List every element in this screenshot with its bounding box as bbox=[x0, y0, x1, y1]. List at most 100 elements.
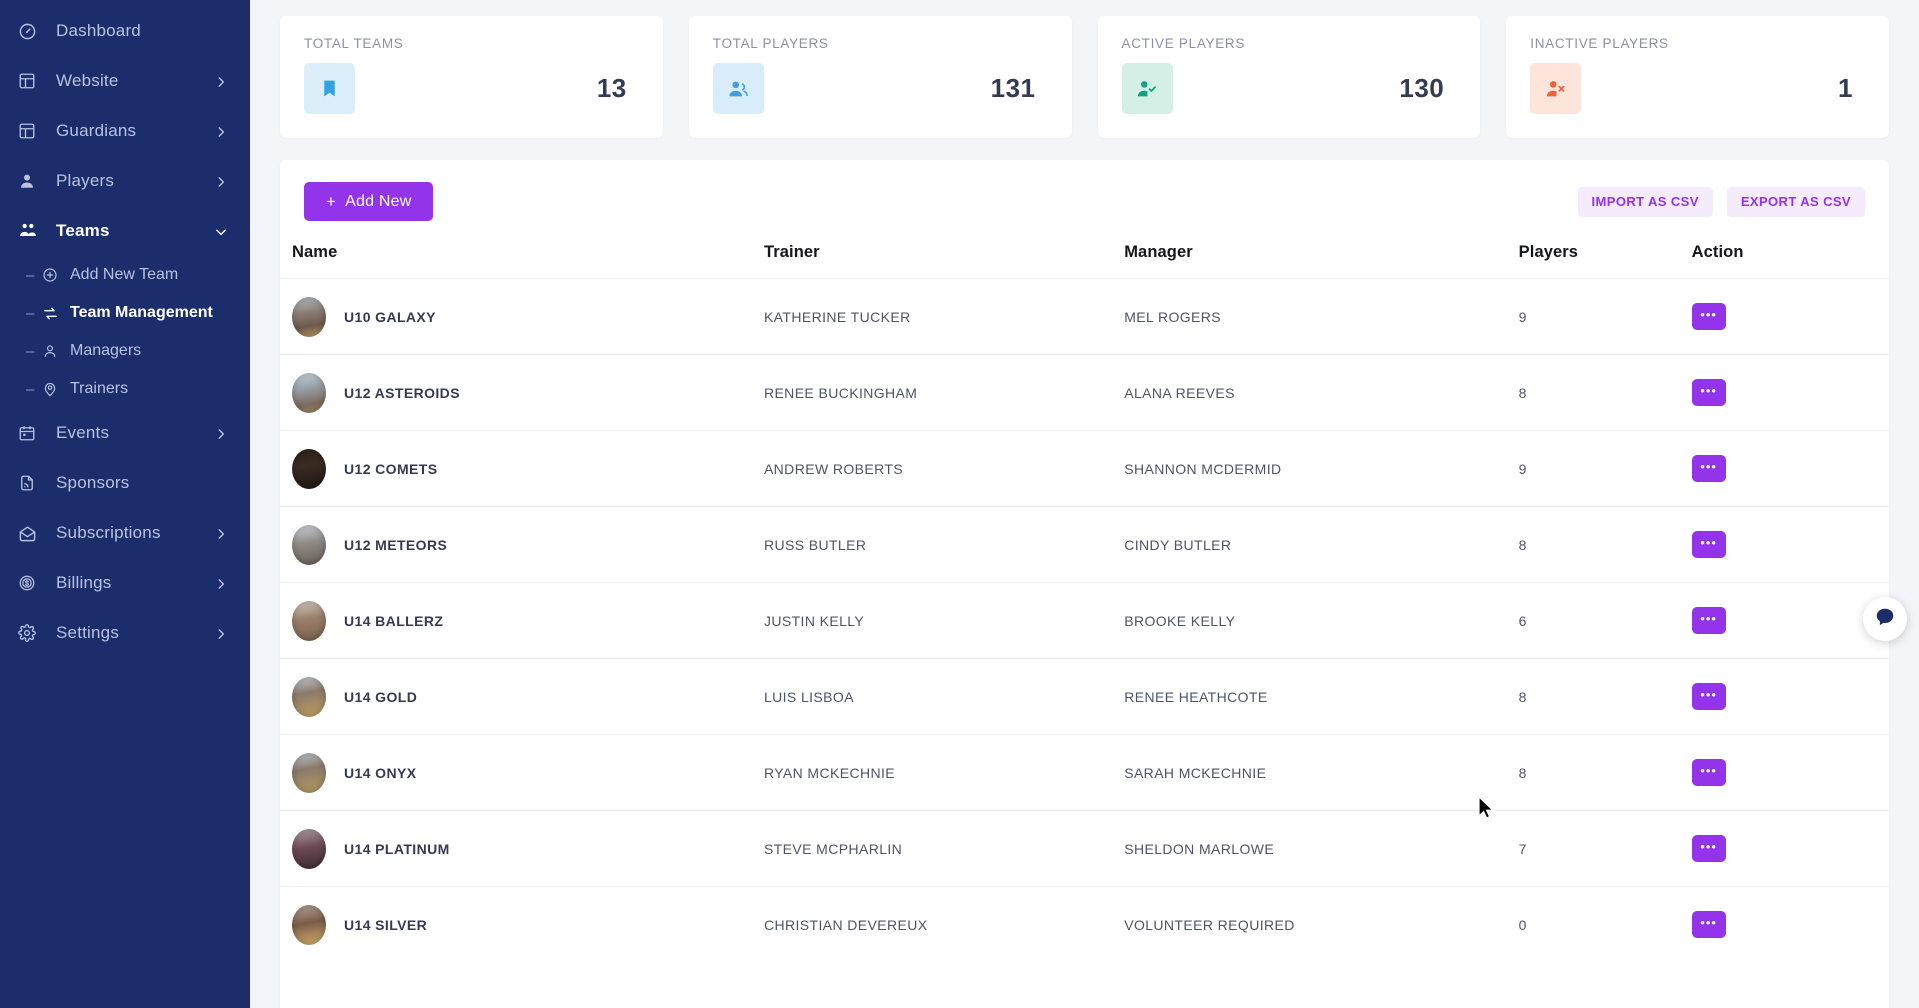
cell-manager: MEL ROGERS bbox=[1124, 308, 1222, 325]
cell-name: U14 SILVER bbox=[280, 887, 764, 963]
dash-marker: – bbox=[26, 380, 35, 398]
stat-card-inactive-players: INACTIVE PLAYERS 1 bbox=[1506, 16, 1889, 138]
row-actions-button[interactable]: ••• bbox=[1691, 303, 1726, 330]
team-name-label: U14 GOLD bbox=[344, 688, 418, 705]
table-row[interactable]: U12 COMETS ANDREW ROBERTS SHANNON MCDERMID… bbox=[280, 430, 1889, 507]
sidebar-item-website[interactable]: Website bbox=[0, 56, 250, 106]
column-header-players[interactable]: Players bbox=[1519, 237, 1692, 279]
sidebar-item-players[interactable]: Players bbox=[0, 156, 250, 206]
table-header-row: Name Trainer Manager Players Action bbox=[280, 237, 1889, 279]
sidebar-subitem-add-new-team[interactable]: – Add New Team bbox=[0, 256, 250, 294]
cell-action: ••• bbox=[1691, 507, 1889, 583]
cell-trainer: RYAN MCKECHNIE bbox=[763, 764, 896, 781]
import-as-csv-button[interactable]: IMPORT AS CSV bbox=[1577, 186, 1713, 217]
dash-marker: – bbox=[26, 342, 35, 360]
plus-icon: + bbox=[326, 192, 337, 211]
column-header-manager[interactable]: Manager bbox=[1124, 237, 1518, 279]
cell-manager: VOLUNTEER REQUIRED bbox=[1124, 916, 1295, 933]
cell-players: 8 bbox=[1518, 688, 1527, 705]
layout-icon bbox=[18, 120, 44, 142]
row-actions-button[interactable]: ••• bbox=[1691, 835, 1726, 862]
stat-card-title: TOTAL PLAYERS bbox=[712, 36, 829, 51]
table-row[interactable]: U14 ONYX RYAN MCKECHNIE SARAH MCKECHNIE 8 ••… bbox=[280, 734, 1889, 811]
sidebar-item-label: Settings bbox=[56, 623, 120, 642]
cell-players: 9 bbox=[1518, 308, 1527, 325]
stats-cards: TOTAL TEAMS 13 TOTAL PLAYERS 131 ACTIVE … bbox=[280, 0, 1889, 138]
layout-icon bbox=[18, 70, 44, 92]
table-row[interactable]: U10 GALAXY KATHERINE TUCKER MEL ROGERS 9 ••• bbox=[280, 278, 1889, 355]
sidebar-item-sponsors[interactable]: Sponsors bbox=[0, 458, 250, 508]
sidebar-subitem-label: Add New Team bbox=[70, 266, 179, 283]
row-actions-button[interactable]: ••• bbox=[1691, 531, 1726, 558]
user-outline-icon bbox=[38, 341, 62, 361]
row-actions-button[interactable]: ••• bbox=[1691, 379, 1726, 406]
sidebar-subitem-trainers[interactable]: – Trainers bbox=[0, 370, 250, 408]
stat-card-value: 1 bbox=[1838, 73, 1853, 103]
cell-name: U14 PLATINUM bbox=[280, 811, 764, 887]
file-feed-icon bbox=[18, 472, 44, 494]
add-new-label: Add New bbox=[345, 192, 412, 210]
cell-manager: SARAH MCKECHNIE bbox=[1124, 764, 1267, 781]
sidebar-item-label: Teams bbox=[56, 221, 110, 240]
sidebar-item-billings[interactable]: Billings bbox=[0, 558, 250, 608]
team-name-label: U12 METEORS bbox=[344, 536, 448, 553]
cell-name: U12 METEORS bbox=[280, 507, 764, 583]
sidebar-subitem-managers[interactable]: – Managers bbox=[0, 332, 250, 370]
people-icon bbox=[18, 220, 44, 242]
column-header-name[interactable]: Name bbox=[280, 237, 764, 279]
stat-card-title: ACTIVE PLAYERS bbox=[1121, 36, 1246, 51]
cell-players: 6 bbox=[1518, 612, 1527, 629]
cell-action: ••• bbox=[1691, 659, 1889, 735]
cell-name: U14 GOLD bbox=[280, 659, 764, 735]
row-actions-button[interactable]: ••• bbox=[1691, 455, 1726, 482]
chat-bubble-icon bbox=[1874, 606, 1896, 633]
stat-card-value: 131 bbox=[990, 73, 1036, 103]
row-actions-button[interactable]: ••• bbox=[1691, 683, 1726, 710]
sidebar-item-guardians[interactable]: Guardians bbox=[0, 106, 250, 156]
sidebar-item-teams[interactable]: Teams bbox=[0, 206, 250, 256]
table-row[interactable]: U14 GOLD LUIS LISBOA RENEE HEATHCOTE 8 ••• bbox=[280, 658, 1889, 735]
column-header-trainer[interactable]: Trainer bbox=[764, 237, 1124, 279]
cell-action: ••• bbox=[1691, 355, 1889, 431]
chevron-right-icon bbox=[214, 576, 228, 590]
cell-trainer: CHRISTIAN DEVEREUX bbox=[763, 916, 928, 933]
cell-name: U12 ASTEROIDS bbox=[280, 355, 764, 431]
sidebar-item-settings[interactable]: Settings bbox=[0, 608, 250, 658]
sidebar-item-subscriptions[interactable]: Subscriptions bbox=[0, 508, 250, 558]
user-check-icon bbox=[1121, 63, 1173, 114]
sidebar-item-label: Dashboard bbox=[56, 21, 141, 40]
table-toolbar: + Add New IMPORT AS CSV EXPORT AS CSV bbox=[280, 160, 1889, 237]
table-row[interactable]: U14 SILVER CHRISTIAN DEVEREUX VOLUNTEER RE… bbox=[280, 886, 1889, 963]
export-as-csv-button[interactable]: EXPORT AS CSV bbox=[1726, 186, 1865, 217]
table-row[interactable]: U12 METEORS RUSS BUTLER CINDY BUTLER 8 ••• bbox=[280, 506, 1889, 583]
cell-players: 8 bbox=[1518, 536, 1527, 553]
dash-marker: – bbox=[26, 266, 35, 284]
stat-card-active-players: ACTIVE PLAYERS 130 bbox=[1097, 16, 1481, 138]
chat-widget-button[interactable] bbox=[1863, 597, 1907, 641]
stat-card-value: 13 bbox=[596, 73, 627, 103]
sidebar-item-dashboard[interactable]: Dashboard bbox=[0, 6, 250, 56]
table-row[interactable]: U14 BALLERZ JUSTIN KELLY BROOKE KELLY 6 ••• bbox=[280, 582, 1889, 659]
sidebar-item-label: Subscriptions bbox=[56, 523, 161, 542]
sidebar-subitem-team-management[interactable]: – Team Management bbox=[0, 294, 250, 332]
stat-card-value: 130 bbox=[1399, 73, 1445, 103]
sidebar-subitem-label: Managers bbox=[70, 342, 142, 359]
column-header-action: Action bbox=[1691, 243, 1744, 261]
row-actions-button[interactable]: ••• bbox=[1691, 759, 1726, 786]
team-avatar bbox=[292, 296, 326, 337]
table-row[interactable]: U12 ASTEROIDS RENEE BUCKINGHAM ALANA REEVE… bbox=[280, 354, 1889, 431]
gear-icon bbox=[18, 622, 44, 644]
team-avatar bbox=[292, 524, 326, 565]
cell-players: 8 bbox=[1518, 384, 1527, 401]
row-actions-button[interactable]: ••• bbox=[1691, 911, 1726, 939]
table-row[interactable]: U14 PLATINUM STEVE MCPHARLIN SHELDON MARLO… bbox=[280, 810, 1889, 887]
team-name-label: U12 ASTEROIDS bbox=[344, 384, 460, 401]
cell-trainer: JUSTIN KELLY bbox=[763, 612, 865, 629]
cell-trainer: STEVE MCPHARLIN bbox=[763, 840, 903, 857]
cell-manager: CINDY BUTLER bbox=[1124, 536, 1232, 553]
sidebar-item-label: Billings bbox=[56, 573, 112, 592]
add-new-button[interactable]: + Add New bbox=[304, 182, 434, 221]
transfer-icon bbox=[38, 303, 62, 323]
sidebar-item-events[interactable]: Events bbox=[0, 408, 250, 458]
row-actions-button[interactable]: ••• bbox=[1691, 607, 1726, 634]
